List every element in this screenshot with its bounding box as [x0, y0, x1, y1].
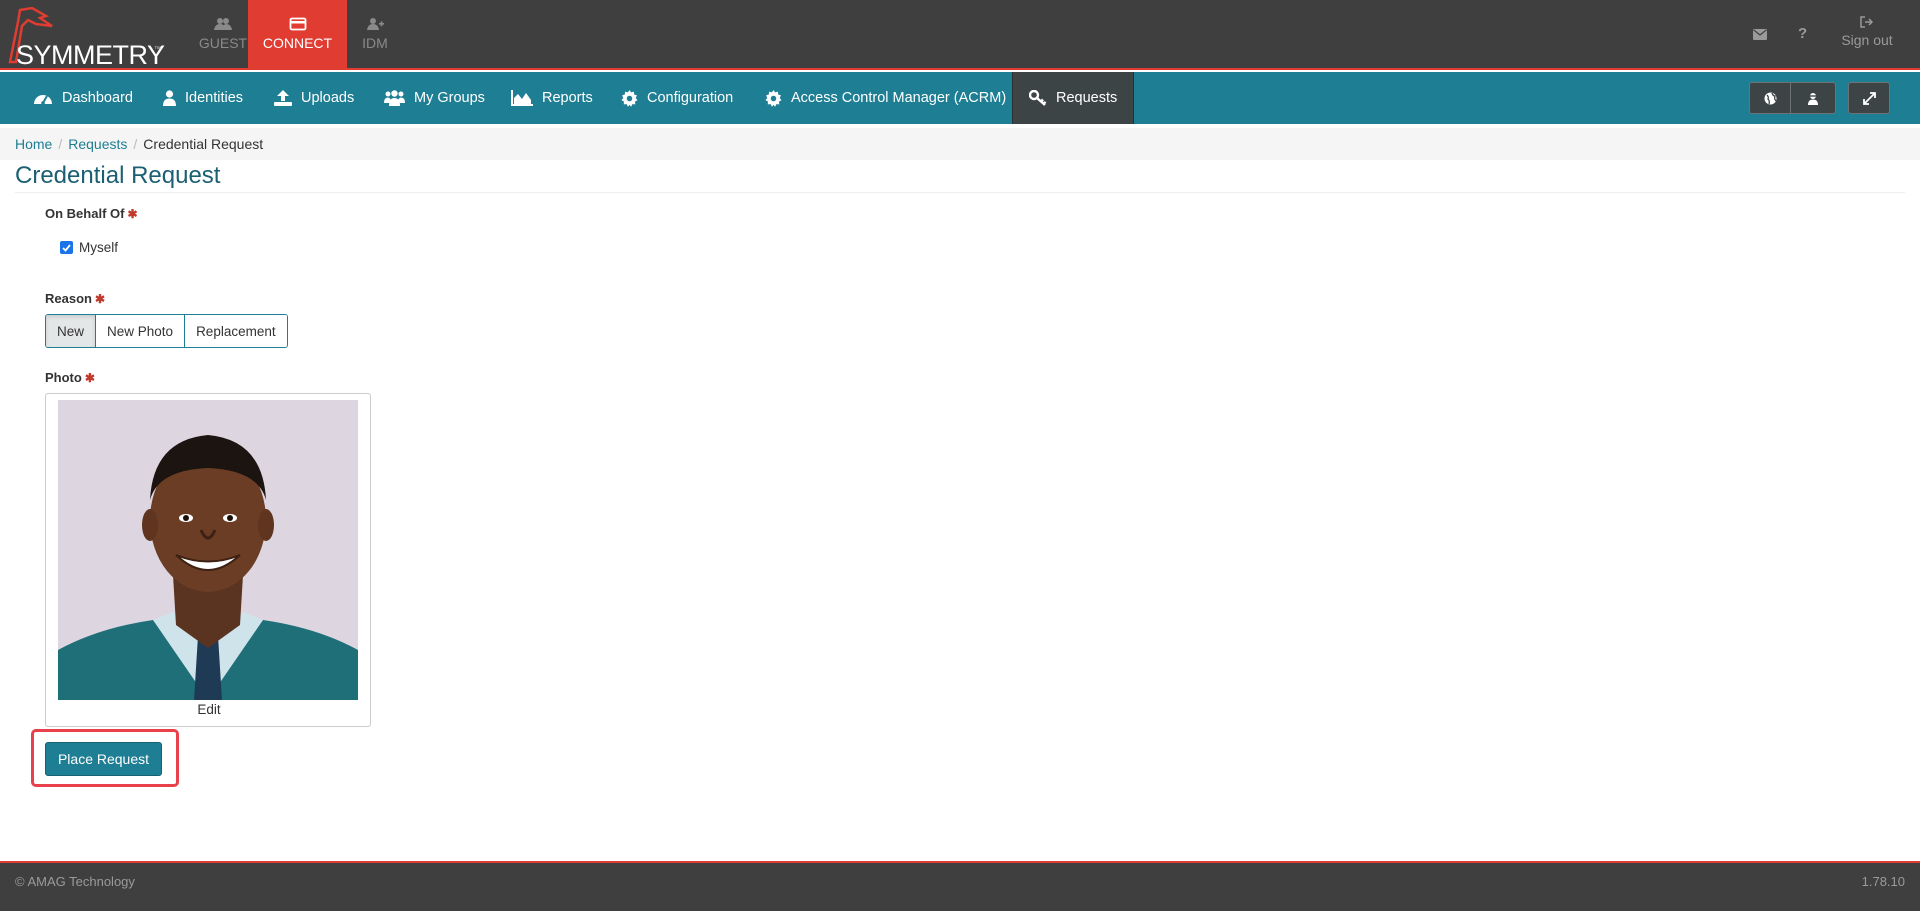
help-icon: ? — [1798, 25, 1808, 42]
app-tab-idm[interactable]: IDM — [350, 0, 400, 70]
on-behalf-of-label: On Behalf Of ✱ — [45, 206, 138, 221]
cog-icon — [621, 89, 638, 107]
symmetry-logo[interactable]: SYMMETRY ™ — [6, 6, 165, 70]
photo-text: Photo — [45, 370, 82, 385]
user-icon — [163, 90, 176, 106]
breadcrumb-separator: / — [58, 136, 63, 152]
nav-dashboard[interactable]: Dashboard — [33, 72, 133, 124]
nav-label: Reports — [542, 90, 593, 106]
sign-out-button[interactable]: Sign out — [1832, 16, 1902, 48]
key-icon — [1029, 90, 1047, 106]
photo-edit-link[interactable]: Edit — [46, 702, 372, 717]
nav-label: Access Control Manager (ACRM) — [791, 90, 1007, 106]
nav-label: My Groups — [414, 90, 485, 106]
language-button[interactable] — [1749, 82, 1791, 114]
portrait-image — [58, 400, 358, 700]
globe-icon — [1764, 92, 1776, 104]
user-plus-icon — [367, 18, 384, 30]
group-icon — [384, 90, 405, 106]
credit-card-icon — [289, 17, 306, 31]
upload-icon — [274, 90, 292, 106]
profile-button[interactable] — [1790, 82, 1836, 114]
breadcrumb-home[interactable]: Home — [15, 136, 52, 152]
reason-text: Reason — [45, 291, 92, 306]
photo-panel: Edit — [45, 393, 371, 727]
myself-checkbox[interactable] — [60, 241, 73, 254]
page-title: Credential Request — [15, 162, 221, 189]
nav-identities[interactable]: Identities — [163, 72, 243, 124]
envelope-icon — [1753, 29, 1767, 40]
nav-label: Requests — [1056, 90, 1118, 106]
myself-checkbox-row[interactable]: Myself — [60, 240, 118, 255]
breadcrumb-separator: / — [133, 136, 138, 152]
app-tab-label: IDM — [362, 35, 388, 51]
brand-name: SYMMETRY — [16, 40, 165, 70]
nav-reports[interactable]: Reports — [511, 72, 593, 124]
sign-out-icon — [1860, 16, 1874, 28]
nav-my-groups[interactable]: My Groups — [384, 72, 485, 124]
sign-out-label: Sign out — [1841, 32, 1893, 48]
dashboard-icon — [34, 95, 52, 105]
version-text: 1.78.10 — [1861, 874, 1905, 889]
required-marker: ✱ — [127, 207, 138, 221]
area-chart-icon — [511, 90, 533, 106]
fullscreen-button[interactable] — [1848, 82, 1890, 114]
nav-label: Configuration — [647, 90, 734, 106]
nav-label: Uploads — [301, 90, 355, 106]
breadcrumb-requests[interactable]: Requests — [68, 136, 127, 152]
users-icon — [214, 18, 232, 30]
reason-button-group: New New Photo Replacement — [45, 314, 288, 348]
top-bar: SYMMETRY ™ GUEST CONNECT IDM ? Sign out — [0, 0, 1920, 70]
nav-acrm[interactable]: Access Control Manager (ACRM) — [765, 72, 1006, 124]
nav-uploads[interactable]: Uploads — [274, 72, 354, 124]
nav-label: Identities — [185, 90, 244, 106]
app-tab-label: CONNECT — [262, 35, 333, 51]
breadcrumb-current: Credential Request — [143, 136, 264, 152]
on-behalf-of-text: On Behalf Of — [45, 206, 125, 221]
breadcrumb: Home / Requests / Credential Request — [0, 128, 1920, 160]
main-nav: Dashboard Identities Uploads My Groups R… — [0, 72, 1920, 124]
required-marker: ✱ — [84, 371, 95, 385]
myself-label: Myself — [79, 240, 119, 255]
check-icon — [62, 243, 71, 252]
photo-label: Photo ✱ — [45, 370, 95, 385]
reason-label: Reason ✱ — [45, 291, 105, 306]
reason-new-button[interactable]: New — [46, 315, 97, 347]
nav-configuration[interactable]: Configuration — [621, 72, 733, 124]
brand-trademark: ™ — [154, 46, 161, 53]
help-button[interactable]: ? — [1798, 25, 1807, 42]
copyright-text: © AMAG Technology — [15, 874, 135, 889]
nav-label: Dashboard — [62, 90, 133, 106]
reason-new-photo-button[interactable]: New Photo — [96, 315, 186, 347]
mail-button[interactable] — [1753, 27, 1767, 43]
expand-icon — [1862, 91, 1876, 105]
footer: © AMAG Technology 1.78.10 — [0, 861, 1920, 911]
nav-requests[interactable]: Requests — [1012, 72, 1135, 124]
user-secret-icon — [1808, 92, 1818, 105]
reason-replacement-button[interactable]: Replacement — [185, 315, 287, 347]
app-tab-connect[interactable]: CONNECT — [248, 0, 347, 70]
identity-photo[interactable] — [58, 400, 358, 700]
cog-icon — [765, 89, 782, 107]
required-marker: ✱ — [94, 292, 106, 306]
place-request-button[interactable]: Place Request — [45, 742, 162, 776]
title-divider — [15, 192, 1905, 193]
